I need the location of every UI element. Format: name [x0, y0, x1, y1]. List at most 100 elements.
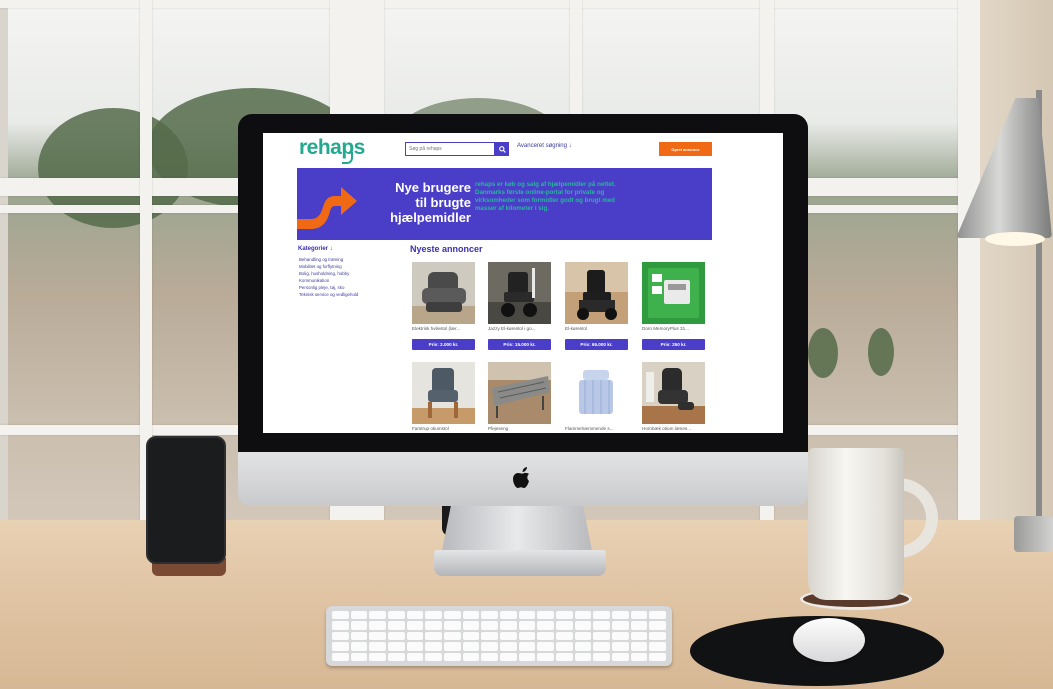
listing-card[interactable]: Plejeseng	[488, 362, 552, 433]
category-link[interactable]: Teknisk service og vedligehold	[299, 291, 358, 298]
keyboard-key	[630, 611, 648, 620]
listing-image[interactable]	[565, 262, 628, 324]
price-button[interactable]: Pris: 15.000 kr.	[488, 339, 551, 350]
tree	[808, 328, 838, 378]
listing-title[interactable]: Jazzy El-kørestol i go...	[488, 326, 552, 331]
keyboard-key	[611, 652, 629, 661]
listing-card[interactable]: Doro MemoryPlus 31... Pris: 250 kr.	[642, 262, 706, 358]
category-link[interactable]: Behandling og træning	[299, 256, 358, 263]
search-button[interactable]	[495, 142, 509, 156]
hero-title-line: hjælpemidler	[390, 210, 471, 225]
monitor-chin	[238, 452, 808, 506]
search-input[interactable]	[405, 142, 495, 156]
price-button[interactable]: Pris: 65.000 kr.	[565, 339, 628, 350]
listing-image[interactable]	[642, 362, 705, 424]
logo-arrow-icon	[342, 152, 353, 164]
keyboard-key	[443, 631, 461, 641]
keyboard-key	[555, 621, 573, 630]
keyboard-key	[555, 631, 573, 641]
listing-title[interactable]: Farstrup otiumstol	[412, 426, 476, 431]
armchair-image	[412, 362, 475, 424]
keyboard-key	[649, 621, 666, 630]
apple-logo-icon	[513, 467, 529, 488]
listing-image[interactable]	[488, 362, 551, 424]
category-link[interactable]: Personlig pleje, tøj, sko	[299, 284, 358, 291]
listing-card[interactable]: Flammehæmmende s...	[565, 362, 629, 433]
listing-card[interactable]: Hornbæk otium lænes...	[642, 362, 706, 433]
listing-card[interactable]: El-kørestol Pris: 65.000 kr.	[565, 262, 629, 358]
listing-title[interactable]: Hornbæk otium lænes...	[642, 426, 706, 431]
monitor-stand	[442, 505, 592, 551]
keyboard-key	[537, 631, 554, 641]
keyboard-key	[518, 642, 536, 651]
keyboard-key	[425, 631, 442, 641]
hero-text-line: virksomheder som formidler godt og brugt…	[475, 197, 615, 204]
advanced-search-link[interactable]: Avanceret søgning ↓	[517, 143, 572, 149]
keyboard-key	[387, 642, 405, 651]
keyboard-key	[387, 652, 405, 661]
listing-title[interactable]: Doro MemoryPlus 31...	[642, 326, 706, 331]
listing-card[interactable]: Elektrisk hvilestol (lær... Pris: 2.000 …	[412, 262, 476, 358]
keyboard-key	[611, 611, 629, 620]
keyboard-key	[574, 631, 592, 641]
keyboard-key	[332, 642, 349, 651]
smartphone	[146, 436, 226, 564]
keyboard-key	[593, 652, 610, 661]
keyboard-key	[406, 611, 424, 620]
keyboard-key	[462, 621, 480, 630]
keyboard-key	[537, 611, 554, 620]
category-link[interactable]: Bolig, husholdning, hobby	[299, 270, 358, 277]
keyboard-key	[462, 611, 480, 620]
keyboard-key	[537, 621, 554, 630]
site-logo[interactable]: rehaps	[299, 136, 365, 160]
keyboard-key	[518, 611, 536, 620]
listing-title[interactable]: Elektrisk hvilestol (lær...	[412, 326, 476, 331]
lounge-chair-image	[642, 362, 705, 424]
price-button[interactable]: Pris: 2.000 kr.	[412, 339, 475, 350]
keyboard-key	[350, 611, 368, 620]
keyboard-key	[649, 652, 666, 661]
price-button[interactable]: Pris: 250 kr.	[642, 339, 705, 350]
keyboard-key	[499, 652, 517, 661]
keyboard-key	[406, 642, 424, 651]
bedding-image	[565, 362, 628, 424]
keyboard-key	[369, 652, 386, 661]
hero-title-line: til brugte	[415, 195, 471, 210]
listing-title[interactable]: Plejeseng	[488, 426, 552, 431]
listing-image[interactable]	[565, 362, 628, 424]
keyboard-key	[350, 631, 368, 641]
listing-card[interactable]: Jazzy El-kørestol i go... Pris: 15.000 k…	[488, 262, 552, 358]
category-link[interactable]: Mobilitet og forflytning	[299, 263, 358, 270]
listing-image[interactable]	[642, 262, 705, 324]
keyboard-key	[611, 621, 629, 630]
keyboard-key	[462, 631, 480, 641]
keyboard-key	[369, 621, 386, 630]
keyboard-key	[630, 621, 648, 630]
listing-image[interactable]	[412, 262, 475, 324]
wall	[980, 0, 1053, 540]
listing-card[interactable]: Farstrup otiumstol	[412, 362, 476, 433]
keyboard-key	[593, 621, 610, 630]
monitor-screen: rehaps Avanceret søgning ↓ Opret annonce…	[263, 133, 783, 433]
keyboard-key	[443, 621, 461, 630]
lamp-base	[1014, 516, 1053, 552]
categories-dropdown[interactable]: Kategorier ↓	[298, 246, 333, 252]
create-listing-button[interactable]: Opret annonce	[659, 142, 712, 156]
recliner-chair-image	[412, 262, 475, 324]
keyboard-key	[406, 652, 424, 661]
keyboard-key	[369, 611, 386, 620]
keyboard-key	[481, 631, 498, 641]
electric-wheelchair-image	[565, 262, 628, 324]
listing-image[interactable]	[488, 262, 551, 324]
category-link[interactable]: Kommunikation	[299, 277, 358, 284]
window-frame	[958, 0, 982, 540]
listing-image[interactable]	[412, 362, 475, 424]
keyboard-key	[574, 611, 592, 620]
keyboard-key	[425, 652, 442, 661]
listing-title[interactable]: Flammehæmmende s...	[565, 426, 629, 431]
keyboard-key	[425, 621, 442, 630]
keyboard-key	[630, 642, 648, 651]
listing-title[interactable]: El-kørestol	[565, 326, 629, 331]
keyboard-key	[481, 621, 498, 630]
keyboard-key	[406, 631, 424, 641]
